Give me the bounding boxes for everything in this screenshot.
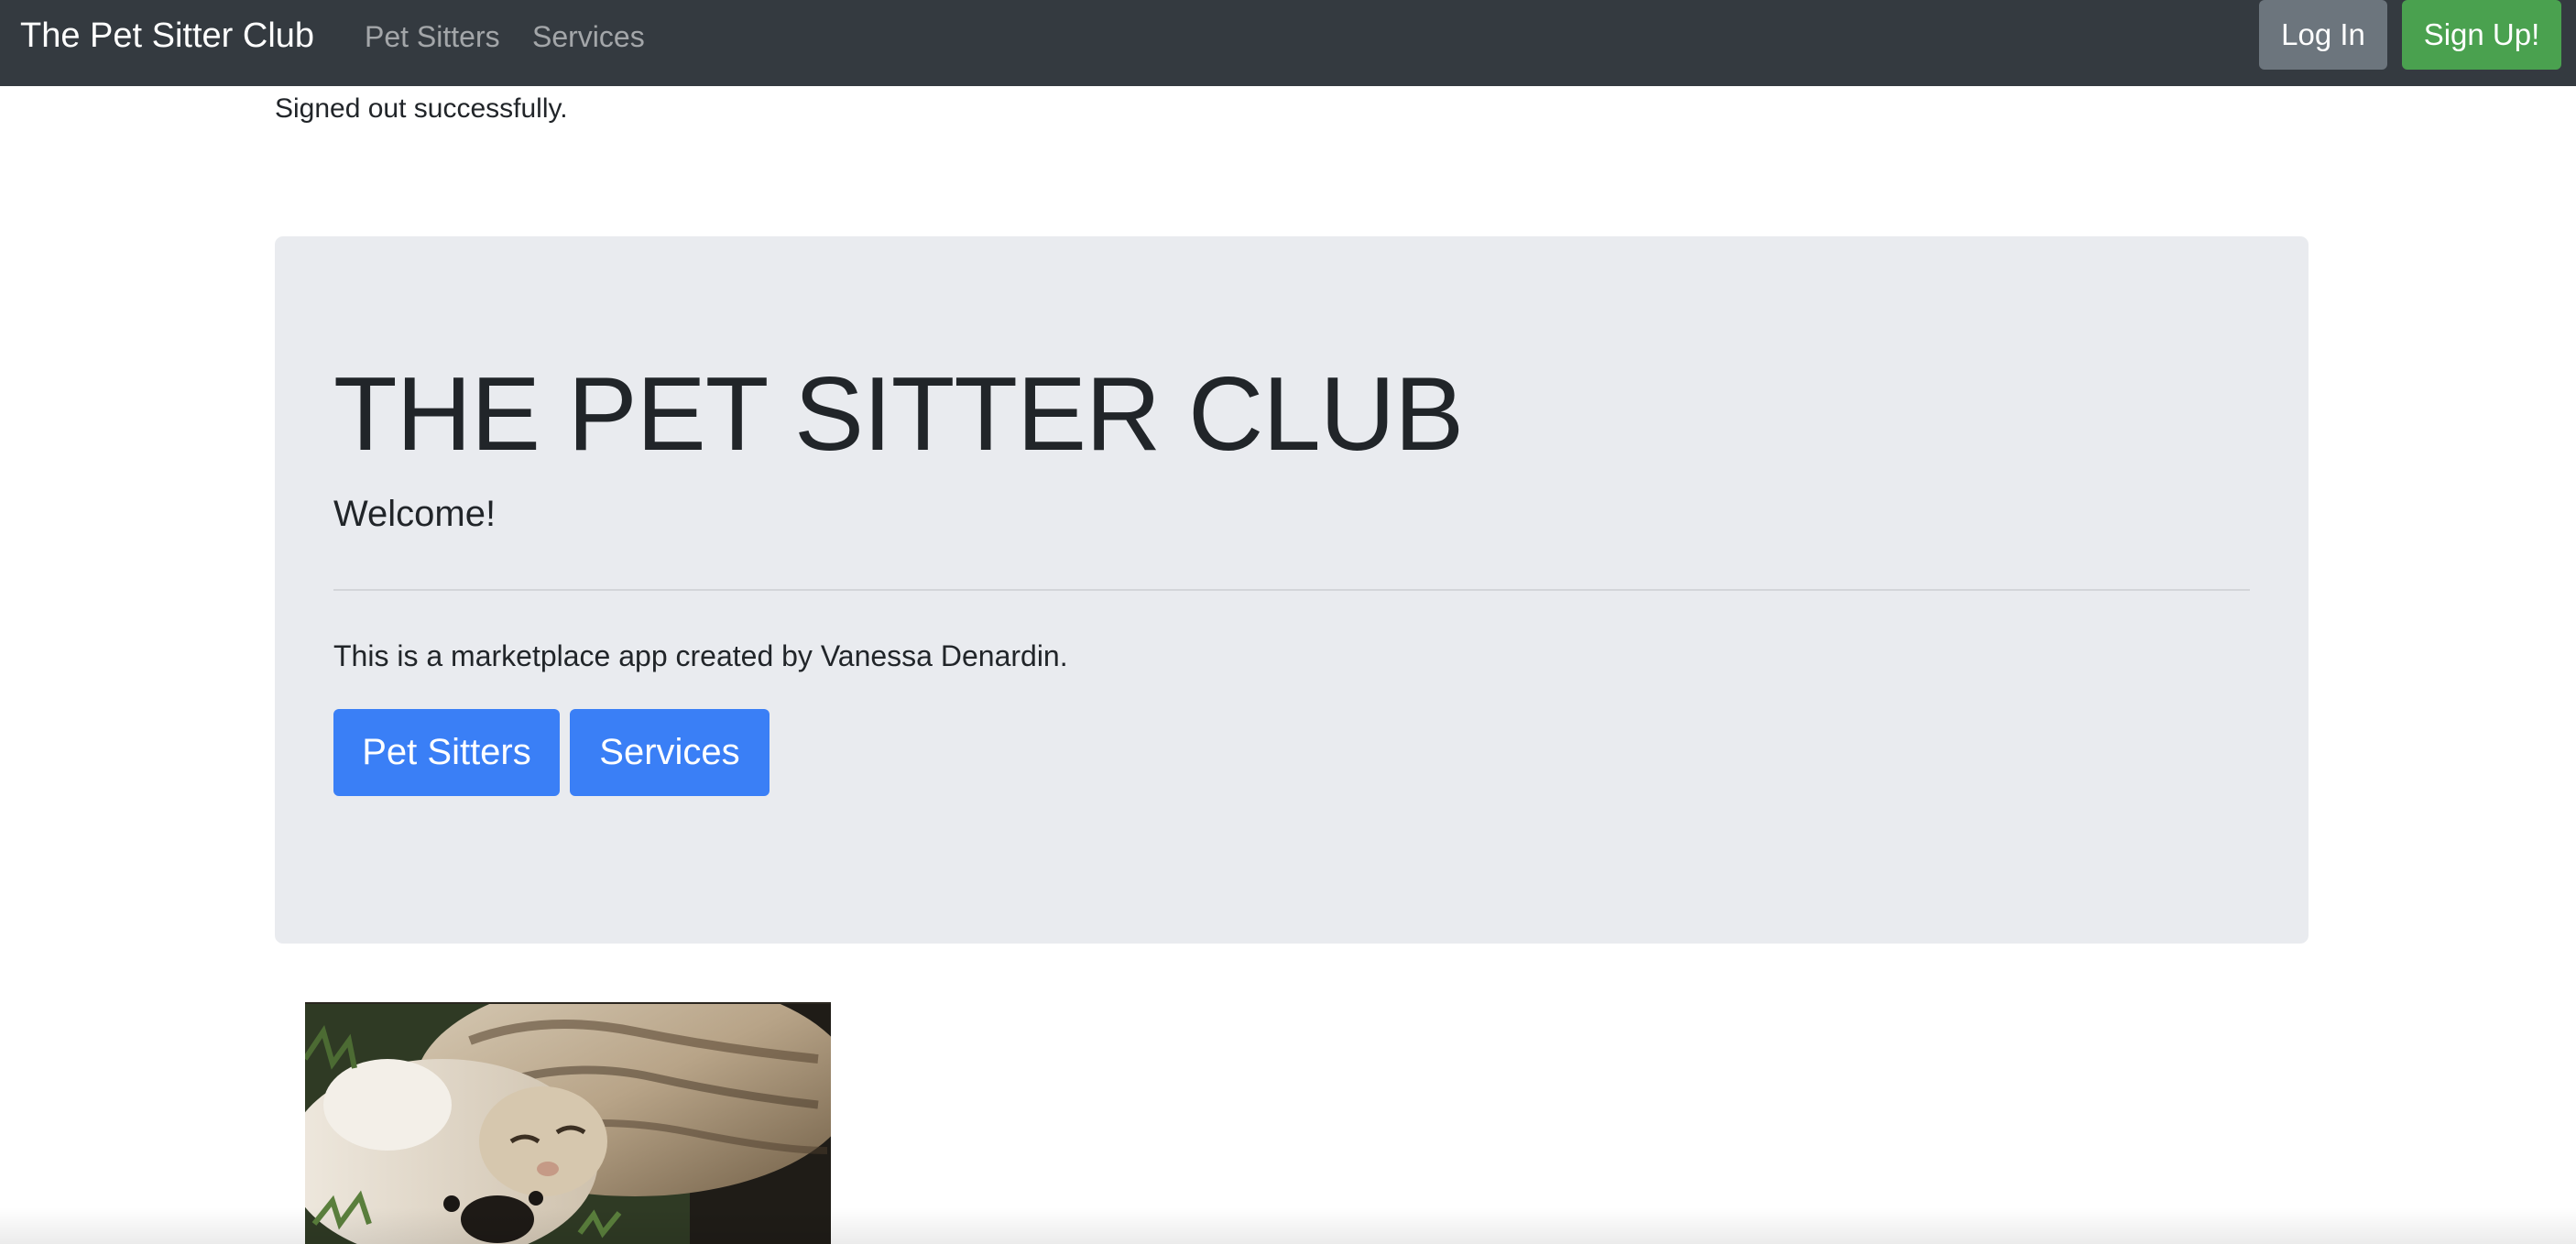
nav-link-pet-sitters[interactable]: Pet Sitters <box>365 18 500 55</box>
brand-link[interactable]: The Pet Sitter Club <box>20 15 314 57</box>
page-title: THE PET SITTER CLUB <box>333 356 1464 473</box>
jumbotron: THE PET SITTER CLUB Welcome! This is a m… <box>275 236 2309 944</box>
pet-sitters-button[interactable]: Pet Sitters <box>333 709 560 796</box>
divider <box>333 589 2250 591</box>
services-button[interactable]: Services <box>570 709 770 796</box>
cat-and-dog-photo <box>305 1002 831 1244</box>
welcome-lead: Welcome! <box>333 494 497 534</box>
nav-link-services[interactable]: Services <box>532 18 645 55</box>
top-navbar: The Pet Sitter Club Pet Sitters Services… <box>0 0 2576 86</box>
flash-notice: Signed out successfully. <box>275 93 568 124</box>
login-button[interactable]: Log In <box>2259 0 2387 70</box>
cat-and-dog-photo-art <box>305 1004 831 1244</box>
app-description: This is a marketplace app created by Van… <box>333 639 1068 672</box>
signup-button[interactable]: Sign Up! <box>2402 0 2561 70</box>
